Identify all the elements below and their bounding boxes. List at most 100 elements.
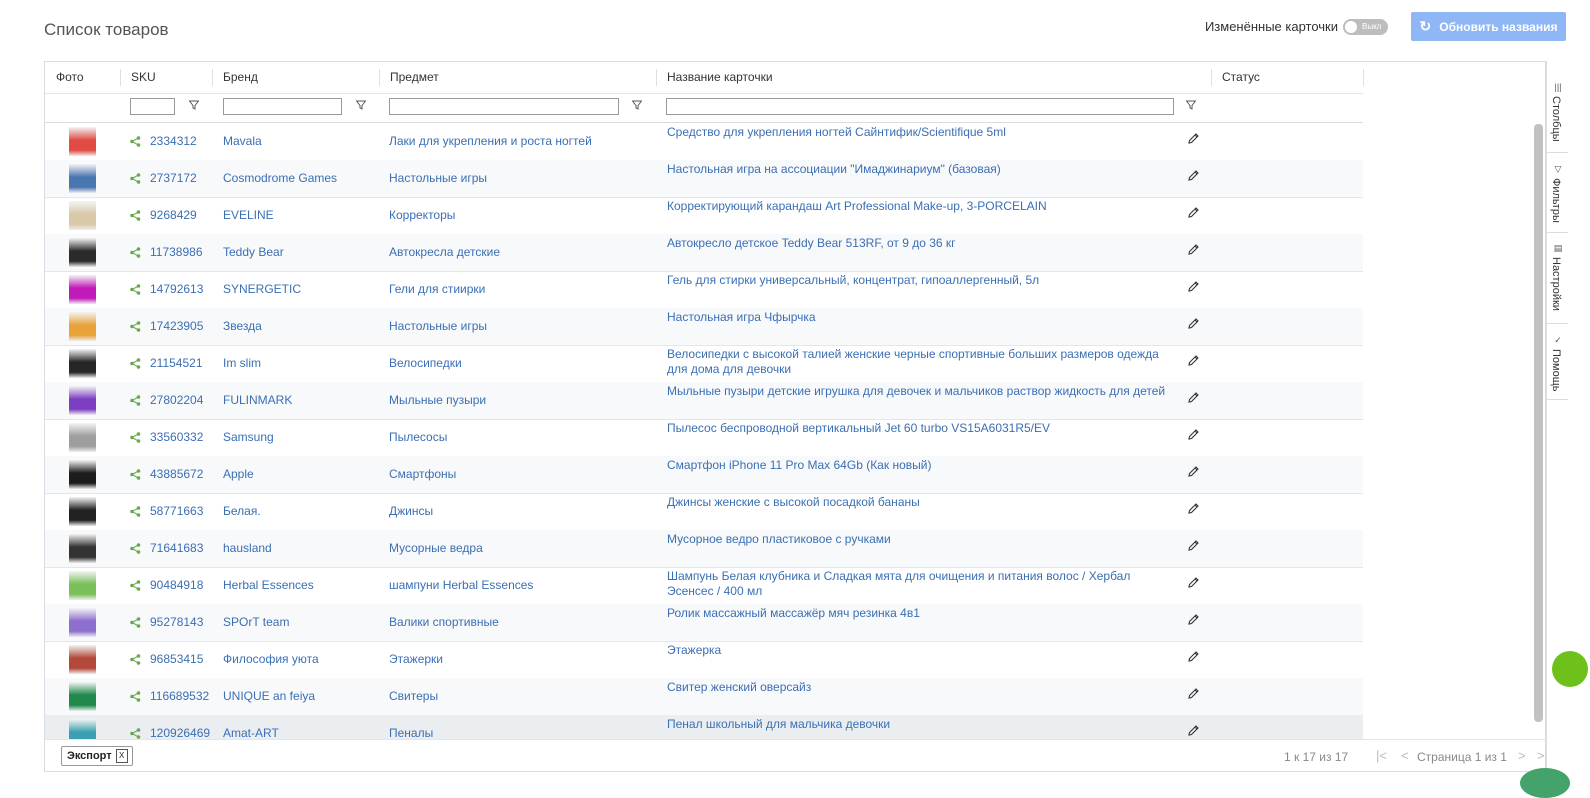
product-photo[interactable] bbox=[69, 719, 96, 739]
brand-link[interactable]: Cosmodrome Games bbox=[223, 171, 337, 185]
changed-cards-toggle[interactable]: Выкл bbox=[1343, 18, 1388, 35]
subject-link[interactable]: Валики спортивные bbox=[389, 615, 499, 629]
share-icon[interactable] bbox=[130, 543, 141, 554]
sku-link[interactable]: 2334312 bbox=[150, 134, 197, 148]
subject-link[interactable]: Лаки для укрепления и роста ногтей bbox=[389, 134, 592, 148]
table-row[interactable]: 9268429 EVELINE Корректоры Корректирующий к… bbox=[45, 197, 1363, 235]
brand-link[interactable]: Samsung bbox=[223, 430, 274, 444]
sku-link[interactable]: 2737172 bbox=[150, 171, 197, 185]
product-photo[interactable] bbox=[69, 423, 96, 452]
sku-link[interactable]: 95278143 bbox=[150, 615, 203, 629]
subject-link[interactable]: шампуни Herbal Essences bbox=[389, 578, 533, 592]
share-icon[interactable] bbox=[130, 395, 141, 406]
product-photo[interactable] bbox=[69, 127, 96, 156]
product-photo[interactable] bbox=[69, 201, 96, 230]
vertical-scrollbar[interactable] bbox=[1534, 124, 1543, 722]
filter-icon[interactable] bbox=[356, 100, 366, 110]
subject-link[interactable]: Гели для стиирки bbox=[389, 282, 485, 296]
edit-pencil-icon[interactable] bbox=[1187, 539, 1200, 552]
table-row[interactable]: 43885672 Apple Смартфоны Смартфон iPhone 11… bbox=[45, 456, 1363, 494]
card-name-link[interactable]: Гель для стирки универсальный, концентра… bbox=[667, 273, 1177, 288]
edit-pencil-icon[interactable] bbox=[1187, 613, 1200, 626]
card-name-link[interactable]: Шампунь Белая клубника и Сладкая мята дл… bbox=[667, 569, 1177, 599]
column-header-card-name[interactable]: Название карточки bbox=[656, 62, 1211, 93]
table-row[interactable]: 116689532 UNIQUE an feiya Свитеры Свитер же… bbox=[45, 678, 1363, 716]
edit-pencil-icon[interactable] bbox=[1187, 724, 1200, 737]
table-row[interactable]: 71641683 hausland Мусорные ведра Мусорное в… bbox=[45, 530, 1363, 568]
product-photo[interactable] bbox=[69, 386, 96, 415]
card-name-link[interactable]: Велосипедки с высокой талией женские чер… bbox=[667, 347, 1177, 377]
product-photo[interactable] bbox=[69, 349, 96, 378]
share-icon[interactable] bbox=[130, 506, 141, 517]
edit-pencil-icon[interactable] bbox=[1187, 576, 1200, 589]
card-name-link[interactable]: Мыльные пузыри детские игрушка для девоч… bbox=[667, 384, 1177, 399]
brand-link[interactable]: Teddy Bear bbox=[223, 245, 284, 259]
table-row[interactable]: 96853415 Философия уюта Этажерки Этажерка bbox=[45, 641, 1363, 679]
product-photo[interactable] bbox=[69, 312, 96, 341]
sku-link[interactable]: 43885672 bbox=[150, 467, 203, 481]
sku-link[interactable]: 17423905 bbox=[150, 319, 203, 333]
column-header-subject[interactable]: Предмет bbox=[379, 62, 656, 93]
card-name-link[interactable]: Средство для укрепления ногтей Сайнтифик… bbox=[667, 125, 1177, 140]
share-icon[interactable] bbox=[130, 617, 141, 628]
card-name-link[interactable]: Пылесос беспроводной вертикальный Jet 60… bbox=[667, 421, 1177, 436]
share-icon[interactable] bbox=[130, 210, 141, 221]
card-name-link[interactable]: Смартфон iPhone 11 Pro Max 64Gb (Как нов… bbox=[667, 458, 1177, 473]
subject-link[interactable]: Автокресла детские bbox=[389, 245, 500, 259]
brand-link[interactable]: SYNERGETIC bbox=[223, 282, 301, 296]
sku-link[interactable]: 33560332 bbox=[150, 430, 203, 444]
brand-link[interactable]: Белая. bbox=[223, 504, 261, 518]
subject-link[interactable]: Настольные игры bbox=[389, 319, 487, 333]
subject-link[interactable]: Мусорные ведра bbox=[389, 541, 483, 555]
card-name-link[interactable]: Джинсы женские с высокой посадкой бананы bbox=[667, 495, 1177, 510]
card-name-filter-input[interactable] bbox=[666, 98, 1174, 115]
product-photo[interactable] bbox=[69, 534, 96, 563]
side-tab-filter[interactable]: ▽ Фильтры bbox=[1547, 158, 1568, 233]
subject-link[interactable]: Этажерки bbox=[389, 652, 443, 666]
first-page-icon[interactable]: |< bbox=[1376, 748, 1387, 763]
filter-icon[interactable] bbox=[632, 100, 642, 110]
edit-pencil-icon[interactable] bbox=[1187, 169, 1200, 182]
product-photo[interactable] bbox=[69, 497, 96, 526]
sku-filter-input[interactable] bbox=[130, 98, 175, 115]
share-icon[interactable] bbox=[130, 136, 141, 147]
sku-link[interactable]: 116689532 bbox=[150, 689, 209, 703]
brand-link[interactable]: Звезда bbox=[223, 319, 262, 333]
share-icon[interactable] bbox=[130, 432, 141, 443]
card-name-link[interactable]: Автокресло детское Teddy Bear 513RF, от … bbox=[667, 236, 1177, 251]
table-row[interactable]: 95278143 SPOrT team Валики спортивные Ролик… bbox=[45, 604, 1363, 642]
brand-link[interactable]: SPOrT team bbox=[223, 615, 289, 629]
sku-link[interactable]: 11738986 bbox=[150, 245, 203, 259]
share-icon[interactable] bbox=[130, 728, 141, 739]
product-photo[interactable] bbox=[69, 608, 96, 637]
table-row[interactable]: 2737172 Cosmodrome Games Настольные игры На… bbox=[45, 160, 1363, 198]
subject-link[interactable]: Смартфоны bbox=[389, 467, 456, 481]
card-name-link[interactable]: Этажерка bbox=[667, 643, 1177, 658]
brand-link[interactable]: UNIQUE an feiya bbox=[223, 689, 315, 703]
subject-filter-input[interactable] bbox=[389, 98, 619, 115]
refresh-names-button[interactable]: ↻ Обновить названия bbox=[1411, 12, 1566, 41]
card-name-link[interactable]: Свитер женский оверсайз bbox=[667, 680, 1177, 695]
share-icon[interactable] bbox=[130, 321, 141, 332]
sku-link[interactable]: 120926469 bbox=[150, 726, 210, 739]
product-photo[interactable] bbox=[69, 238, 96, 267]
export-button[interactable]: Экспорт X bbox=[61, 746, 133, 766]
product-photo[interactable] bbox=[69, 164, 96, 193]
sku-link[interactable]: 90484918 bbox=[150, 578, 203, 592]
share-icon[interactable] bbox=[130, 247, 141, 258]
card-name-link[interactable]: Ролик массажный массажёр мяч резинка 4в1 bbox=[667, 606, 1177, 621]
card-name-link[interactable]: Пенал школьный для мальчика девочки bbox=[667, 717, 1177, 732]
table-row[interactable]: 21154521 Im slim Велосипедки Велосипедки с … bbox=[45, 345, 1363, 383]
prev-page-icon[interactable]: < bbox=[1401, 748, 1409, 763]
edit-pencil-icon[interactable] bbox=[1187, 465, 1200, 478]
edit-pencil-icon[interactable] bbox=[1187, 354, 1200, 367]
product-photo[interactable] bbox=[69, 682, 96, 711]
share-icon[interactable] bbox=[130, 580, 141, 591]
table-row[interactable]: 11738986 Teddy Bear Автокресла детские Авто… bbox=[45, 234, 1363, 272]
product-photo[interactable] bbox=[69, 275, 96, 304]
table-row[interactable]: 27802204 FULINMARK Мыльные пузыри Мыльные п… bbox=[45, 382, 1363, 420]
sku-link[interactable]: 14792613 bbox=[150, 282, 203, 296]
brand-link[interactable]: Im slim bbox=[223, 356, 261, 370]
brand-link[interactable]: Философия уюта bbox=[223, 652, 319, 666]
share-icon[interactable] bbox=[130, 173, 141, 184]
